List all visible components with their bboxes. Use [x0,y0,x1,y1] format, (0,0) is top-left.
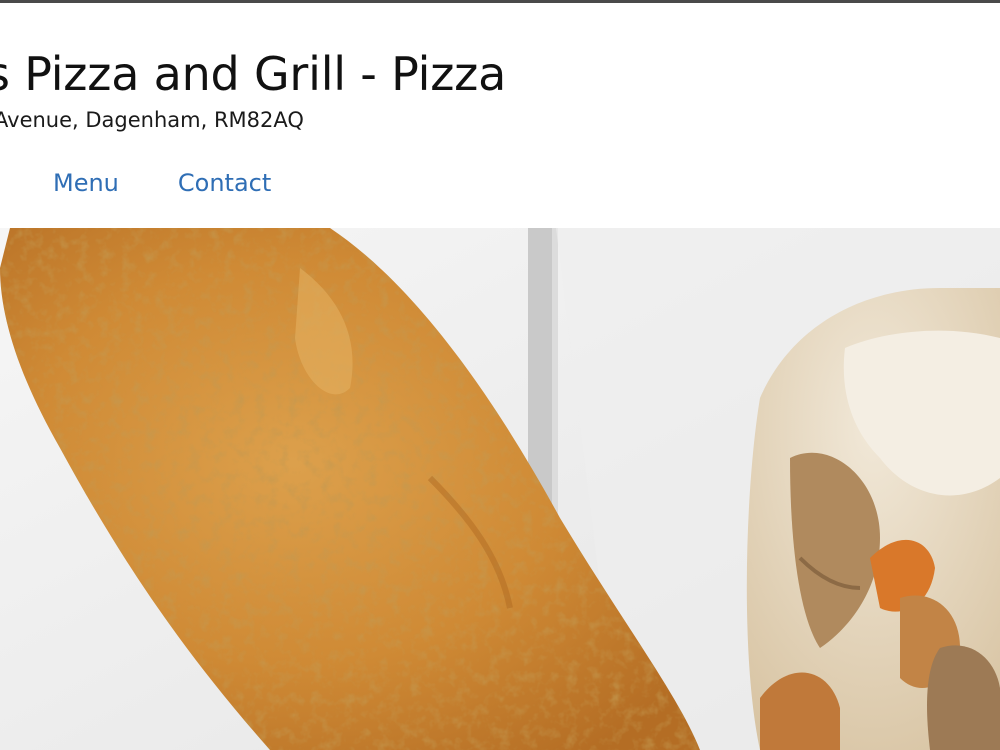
site-header: s Pizza and Grill - Pizza Avenue, Dagenh… [0,3,1000,228]
hero-image [0,228,1000,750]
main-nav: Menu Contact [53,169,271,197]
page-title: s Pizza and Grill - Pizza [0,47,507,101]
food-photo [0,228,1000,750]
nav-link-menu[interactable]: Menu [53,169,119,197]
restaurant-address: Avenue, Dagenham, RM82AQ [0,108,304,132]
nav-link-contact[interactable]: Contact [178,169,271,197]
kebab-wrap [746,288,1000,750]
